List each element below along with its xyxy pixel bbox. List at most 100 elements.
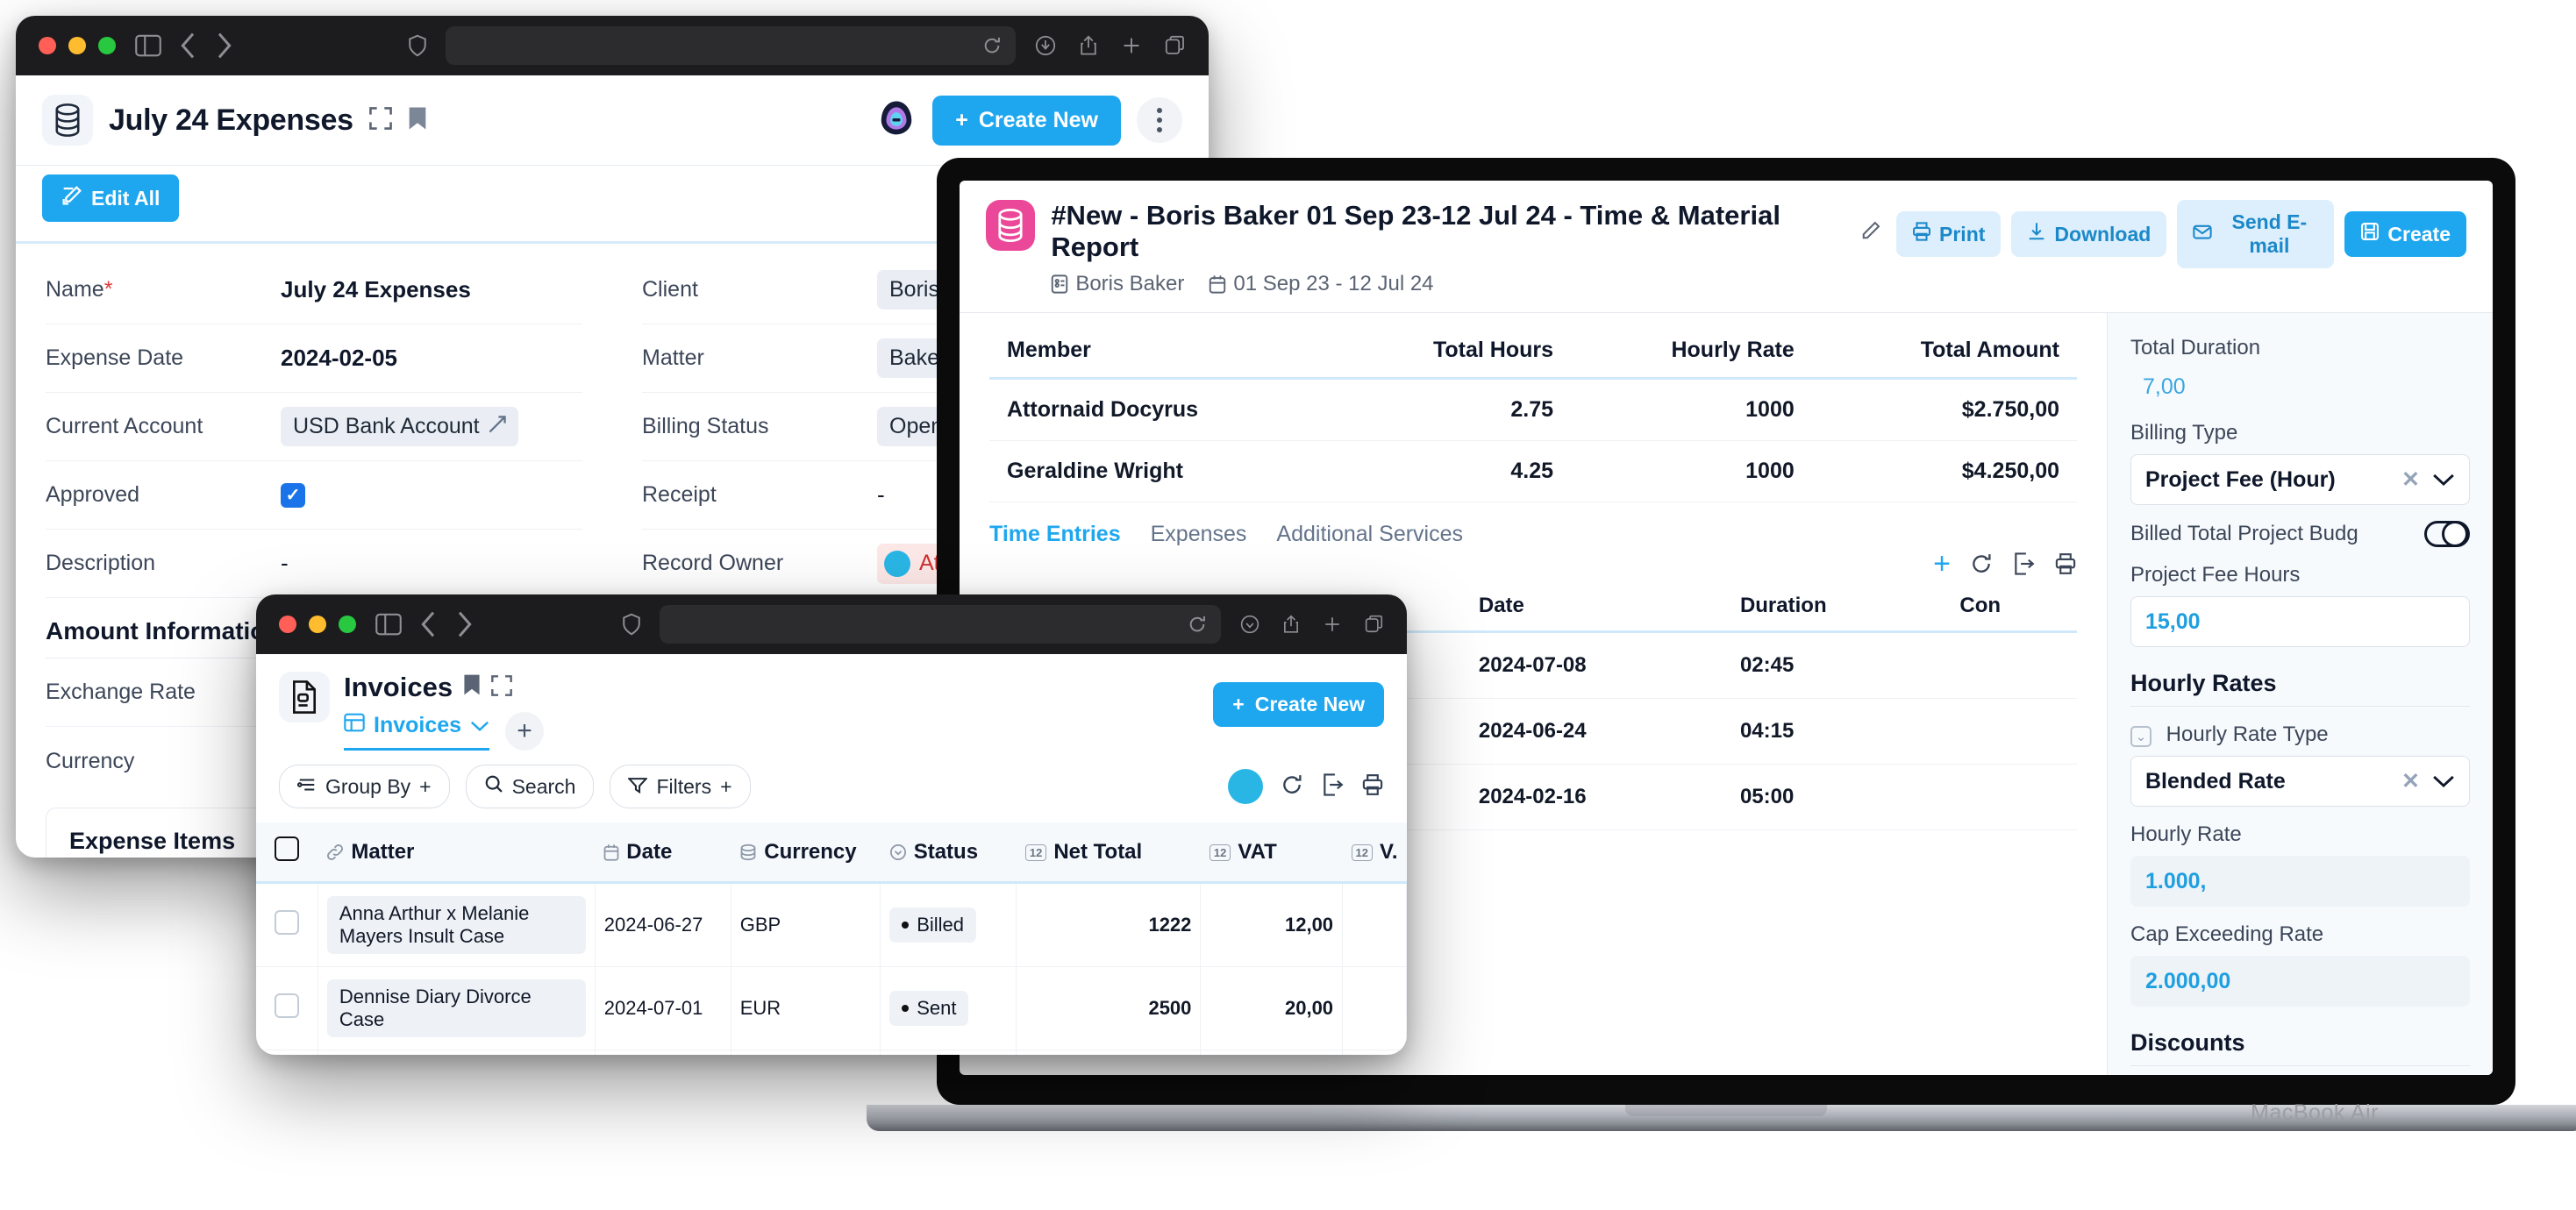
field-value[interactable]: -: [281, 550, 289, 577]
printer-icon[interactable]: [2054, 552, 2077, 580]
pencil-icon[interactable]: [1861, 216, 1880, 247]
matter-tag[interactable]: Anna Arthur x Melanie Mayers Insult Case: [327, 896, 586, 954]
matter-tag[interactable]: Dennise Diary Divorce Case: [327, 979, 586, 1037]
table-row[interactable]: Attornaid Docyrus 2.75 1000 $2.750,00: [989, 379, 2077, 441]
shield-icon[interactable]: [409, 34, 426, 57]
export-icon[interactable]: [1321, 773, 1344, 801]
zoom-window-button[interactable]: [98, 37, 116, 54]
search-icon: [484, 774, 503, 799]
billing-type-select[interactable]: Project Fee (Hour) ✕: [2130, 454, 2470, 505]
expand-icon[interactable]: [491, 672, 512, 703]
sidebar-toggle-icon[interactable]: [135, 34, 161, 57]
create-new-button[interactable]: + Create New: [932, 96, 1121, 146]
share-icon[interactable]: [1079, 35, 1098, 56]
clear-icon[interactable]: ✕: [2401, 466, 2420, 493]
tab-overview-icon[interactable]: [1165, 35, 1186, 56]
export-icon[interactable]: [2012, 552, 2035, 580]
sidebar-toggle-icon[interactable]: [375, 613, 402, 636]
tab-overview-icon[interactable]: [1365, 615, 1384, 634]
table-row[interactable]: Dennise Diary Divorce Case 2024-07-01 EU…: [256, 967, 1407, 1050]
cell-vat-amount: [1343, 967, 1407, 1050]
edit-all-button[interactable]: Edit All: [42, 174, 179, 222]
more-options-icon[interactable]: [1137, 97, 1182, 143]
shield-icon[interactable]: [623, 613, 640, 636]
col-net-total: 12Net Total: [1017, 822, 1201, 883]
row-checkbox[interactable]: [275, 910, 299, 935]
field-value[interactable]: -: [877, 481, 885, 509]
forward-icon[interactable]: [216, 32, 232, 59]
printer-icon[interactable]: [1361, 773, 1384, 801]
address-bar[interactable]: [660, 605, 1221, 644]
col-net-total-label: Net Total: [1053, 840, 1142, 864]
attornaid-logo-icon[interactable]: [876, 98, 917, 143]
print-button[interactable]: Print: [1896, 211, 2001, 257]
checkbox-icon[interactable]: ⌄: [2130, 726, 2151, 747]
chevron-down-icon[interactable]: [470, 713, 489, 738]
open-record-icon[interactable]: [489, 414, 506, 439]
row-checkbox[interactable]: [275, 993, 299, 1018]
zoom-window-button[interactable]: [339, 616, 356, 633]
bookmark-icon[interactable]: [408, 106, 427, 135]
create-button[interactable]: Create: [2344, 211, 2466, 257]
table-row[interactable]: Anna Arthur x Melanie Mayers Insult Case…: [256, 883, 1407, 967]
forward-icon[interactable]: [456, 611, 472, 637]
hourly-rate-label: Hourly Rate: [2130, 822, 2470, 847]
field-value[interactable]: July 24 Expenses: [281, 276, 471, 303]
refresh-icon[interactable]: [1970, 552, 1993, 580]
cap-exceeding-rate-input[interactable]: 2.000,00: [2130, 956, 2470, 1007]
expand-icon[interactable]: [369, 107, 392, 134]
minimize-window-button[interactable]: [309, 616, 326, 633]
downloads-icon[interactable]: [1240, 615, 1259, 634]
col-select-all[interactable]: [256, 822, 318, 883]
field-value[interactable]: 2024-02-05: [281, 345, 397, 372]
hourly-rate-type-select[interactable]: Blended Rate ✕: [2130, 756, 2470, 807]
tab-time-entries[interactable]: Time Entries: [989, 522, 1121, 547]
status-badge[interactable]: Sent: [889, 991, 968, 1026]
back-icon[interactable]: [181, 32, 196, 59]
approved-checkbox[interactable]: ✓: [281, 483, 305, 508]
download-button[interactable]: Download: [2011, 211, 2166, 257]
clear-icon[interactable]: ✕: [2401, 768, 2420, 794]
send-email-button[interactable]: Send E-mail: [2177, 200, 2334, 268]
current-account-chip[interactable]: USD Bank Account: [281, 407, 518, 446]
select-all-checkbox[interactable]: [275, 836, 299, 861]
close-window-button[interactable]: [39, 37, 56, 54]
status-badge[interactable]: Billed: [889, 908, 976, 943]
new-tab-icon[interactable]: [1121, 35, 1142, 56]
create-new-button[interactable]: + Create New: [1213, 682, 1384, 727]
add-tab-icon[interactable]: +: [505, 712, 544, 751]
table-row[interactable]: Geraldine Wright 4.25 1000 $4.250,00: [989, 441, 2077, 502]
group-by-button[interactable]: Group By +: [279, 765, 450, 808]
chevron-down-icon[interactable]: [2432, 467, 2455, 493]
cell-select[interactable]: [256, 1050, 318, 1056]
tab-additional-services[interactable]: Additional Services: [1276, 522, 1463, 547]
table-row[interactable]: Dennise Diary Divorce Case 2024-07-01 EU…: [256, 1050, 1407, 1056]
address-bar[interactable]: [446, 26, 1016, 65]
chevron-down-icon[interactable]: [2432, 769, 2455, 794]
minimize-window-button[interactable]: [68, 37, 86, 54]
downloads-icon[interactable]: [1035, 35, 1056, 56]
refresh-icon[interactable]: [1281, 773, 1303, 801]
tab-invoices[interactable]: Invoices: [344, 712, 489, 751]
reload-icon[interactable]: [1188, 615, 1207, 634]
back-icon[interactable]: [421, 611, 437, 637]
tab-expenses[interactable]: Expenses: [1151, 522, 1247, 547]
window-controls[interactable]: [279, 616, 356, 633]
reload-icon[interactable]: [982, 36, 1002, 55]
cell-duration: 05:00: [1728, 765, 1947, 830]
share-icon[interactable]: [1282, 615, 1300, 634]
cell-select[interactable]: [256, 883, 318, 967]
filters-button[interactable]: Filters +: [610, 765, 750, 808]
cell-select[interactable]: [256, 967, 318, 1050]
search-button[interactable]: Search: [466, 765, 595, 808]
window-controls[interactable]: [39, 37, 116, 54]
close-window-button[interactable]: [279, 616, 296, 633]
bookmark-icon[interactable]: [463, 672, 481, 703]
create-label: Create: [2387, 223, 2451, 246]
billed-total-toggle[interactable]: [2424, 521, 2470, 547]
project-fee-hours-input[interactable]: 15,00: [2130, 596, 2470, 647]
hourly-rate-input[interactable]: 1.000,: [2130, 856, 2470, 907]
attornaid-logo-icon[interactable]: [1228, 769, 1263, 804]
new-tab-icon[interactable]: [1323, 615, 1342, 634]
plus-icon[interactable]: +: [1933, 552, 1951, 580]
